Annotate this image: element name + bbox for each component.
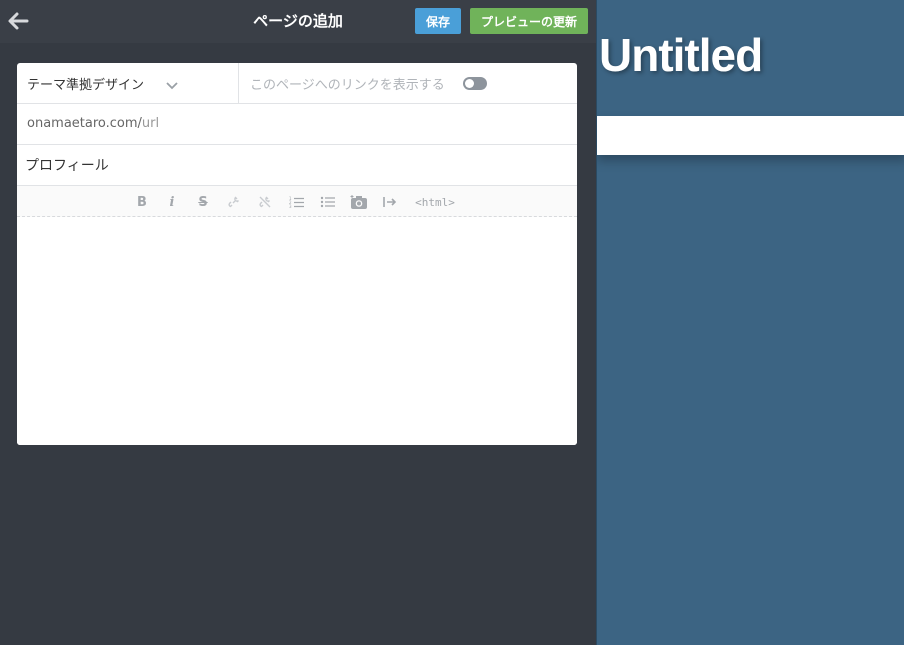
editor-toolbar: B i S 123 <html> [17,186,577,217]
url-domain: onamaetaro.com/ [27,116,142,131]
url-field[interactable]: onamaetaro.com/url [27,116,159,131]
page-title-input[interactable] [25,153,565,177]
show-link-label: このページへのリンクを表示する [250,78,445,93]
update-preview-button[interactable]: プレビューの更新 [470,8,588,34]
unlink-icon[interactable] [256,193,274,211]
title-row [17,145,577,186]
url-row: onamaetaro.com/url [17,104,577,145]
preview-pane: Untitled [596,0,904,645]
editor-pane: ページの追加 保存 プレビューの更新 テーマ準拠デザイン このページへのリンクを… [0,0,596,645]
preview-nav-band [597,116,904,155]
ordered-list-icon[interactable]: 123 [288,193,306,211]
bold-icon[interactable]: B [133,193,151,211]
unordered-list-icon[interactable] [319,193,337,211]
show-link-toggle[interactable] [463,77,487,90]
content-editor[interactable] [17,217,577,445]
page-editor-card: テーマ準拠デザイン このページへのリンクを表示する onamaetaro.com… [17,63,577,445]
chevron-down-icon [165,77,179,90]
preview-site-title: Untitled [599,29,763,81]
camera-icon[interactable] [350,193,368,211]
url-slug: url [141,116,160,131]
html-icon[interactable]: <html> [413,193,457,211]
top-bar: ページの追加 保存 プレビューの更新 [0,0,596,43]
svg-text:3: 3 [289,204,292,209]
italic-icon[interactable]: i [163,193,181,211]
back-arrow-icon[interactable] [6,10,30,32]
design-select-value: テーマ準拠デザイン [27,78,145,93]
settings-row: テーマ準拠デザイン このページへのリンクを表示する [17,63,577,104]
strikethrough-icon[interactable]: S [194,193,212,211]
save-button[interactable]: 保存 [415,8,461,34]
design-select[interactable]: テーマ準拠デザイン [17,63,239,103]
indent-icon[interactable] [381,193,399,211]
toggle-knob [465,79,474,88]
link-icon[interactable] [225,193,243,211]
